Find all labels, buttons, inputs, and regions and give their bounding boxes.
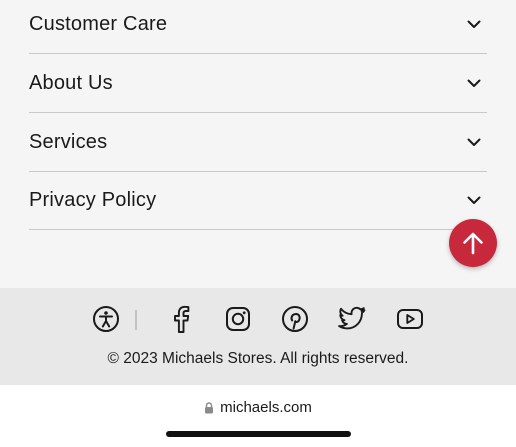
social-links	[0, 304, 516, 334]
address-bar[interactable]: michaels.com	[0, 399, 516, 416]
youtube-icon[interactable]	[395, 304, 425, 334]
chevron-down-icon	[465, 75, 483, 93]
browser-bottom-bar: michaels.com	[0, 385, 516, 447]
accordion-privacy-policy[interactable]: Privacy Policy	[29, 172, 487, 230]
facebook-icon[interactable]	[166, 304, 196, 334]
accordion-label: Services	[29, 131, 108, 153]
arrow-up-icon	[463, 232, 483, 255]
site-footer: © 2023 Michaels Stores. All rights reser…	[0, 288, 516, 385]
accordion-label: Customer Care	[29, 13, 168, 35]
pinterest-icon[interactable]	[280, 304, 310, 334]
chevron-down-icon	[465, 192, 483, 210]
lock-icon	[205, 401, 214, 413]
accordion-label: Privacy Policy	[29, 189, 157, 211]
accordion-customer-care[interactable]: Customer Care	[29, 0, 487, 54]
chevron-down-icon	[465, 16, 483, 34]
instagram-icon[interactable]	[223, 304, 253, 334]
accordion-label: About Us	[29, 72, 113, 94]
social-divider	[135, 310, 137, 330]
footer-accordion: Customer Care About Us Services Privacy …	[0, 0, 516, 288]
back-to-top-button[interactable]	[449, 219, 497, 267]
copyright-text: © 2023 Michaels Stores. All rights reser…	[107, 350, 409, 367]
accordion-about-us[interactable]: About Us	[29, 55, 487, 113]
accessibility-icon[interactable]	[91, 304, 121, 334]
chevron-down-icon	[465, 134, 483, 152]
twitter-icon[interactable]	[337, 304, 367, 334]
url-text: michaels.com	[220, 399, 312, 416]
home-indicator[interactable]	[166, 431, 351, 437]
accordion-services[interactable]: Services	[29, 114, 487, 172]
